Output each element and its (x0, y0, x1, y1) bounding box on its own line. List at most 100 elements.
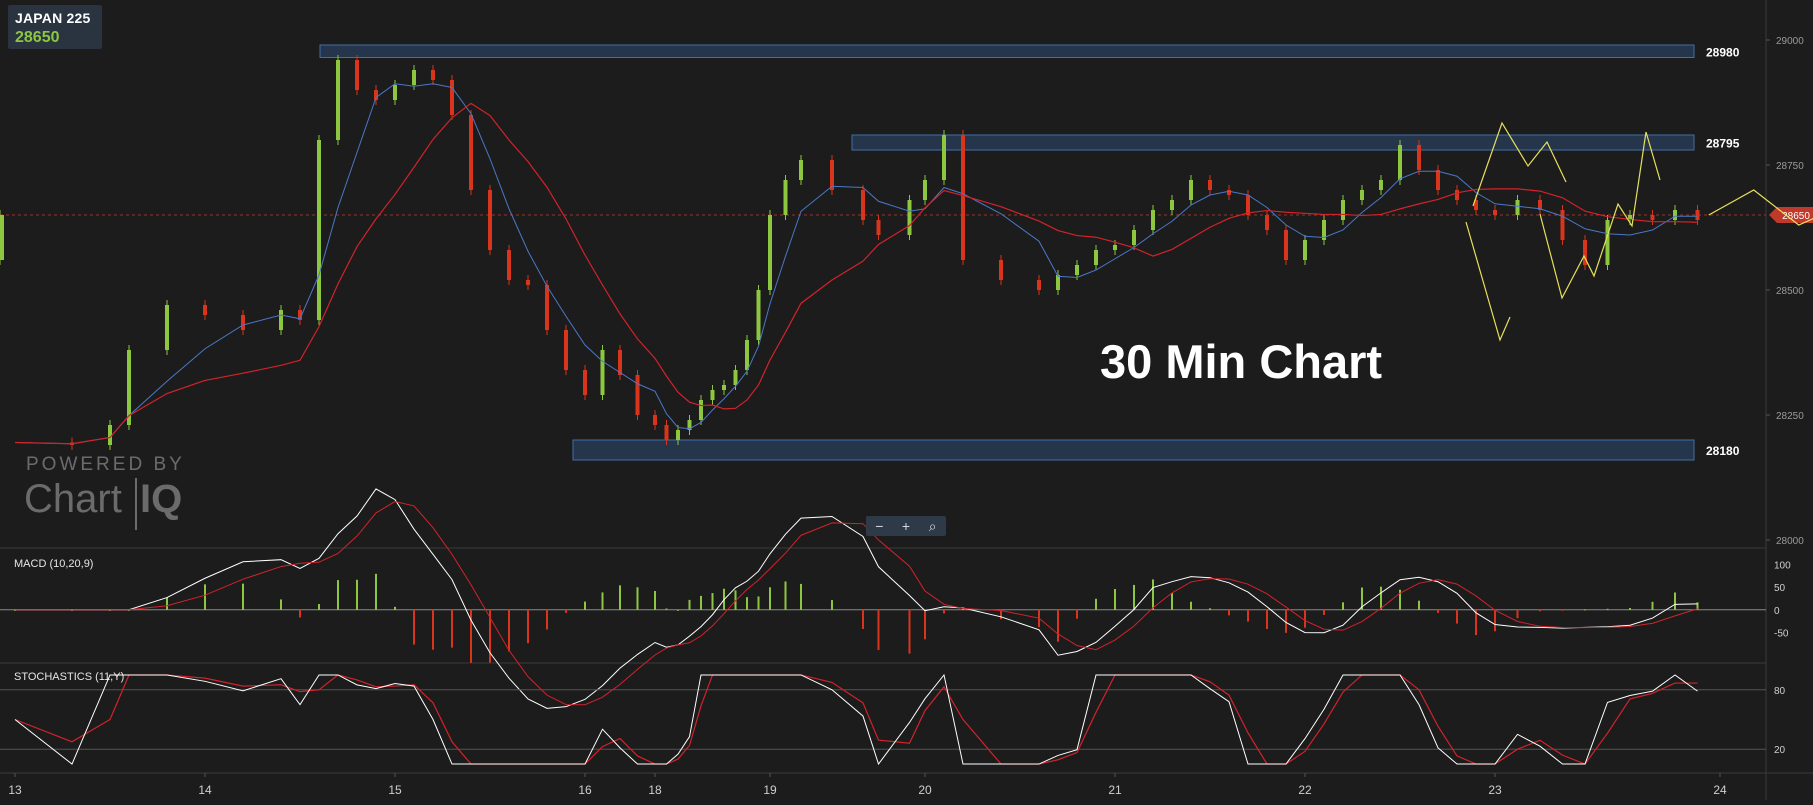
macd-histogram-bar (636, 587, 639, 610)
macd-histogram-bar (700, 595, 702, 610)
candle-body (279, 310, 283, 330)
candle-body (923, 180, 927, 200)
candle-body (1132, 230, 1136, 245)
zoom-reset-icon[interactable]: ⌕ (923, 518, 943, 535)
macd-histogram-bar (1247, 609, 1249, 622)
zone-rect (319, 44, 1695, 58)
macd-histogram-bar (1437, 609, 1439, 613)
candle-body (876, 220, 881, 235)
macd-histogram-bar (1228, 609, 1230, 616)
macd-histogram-bar (1584, 609, 1586, 611)
watermark-text: Chart (24, 477, 122, 521)
candle-body (733, 370, 738, 385)
candle-body (1303, 240, 1307, 260)
macd-histogram-bar (962, 609, 964, 611)
candle-body (768, 215, 772, 290)
macd-histogram-bar (1418, 600, 1420, 610)
stoch-k-line (14, 673, 1698, 766)
zoom-in-button[interactable]: + (896, 518, 916, 534)
candle-body (1208, 180, 1212, 190)
macd-histogram-bar (1114, 589, 1116, 610)
y-tick-label: 28750 (1776, 161, 1804, 172)
macd-histogram-bar (924, 609, 926, 640)
macd-histogram-bar (757, 596, 760, 610)
candle-body (336, 60, 340, 140)
stoch-y-tick-label: 80 (1774, 686, 1786, 697)
macd-title: MACD (10,20,9) (14, 558, 93, 570)
macd-histogram-bar (1095, 598, 1097, 610)
macd-histogram-bar (677, 609, 679, 611)
candle-body (393, 85, 397, 100)
y-tick-label: 28000 (1776, 536, 1804, 547)
macd-histogram-bar (862, 609, 864, 629)
macd-histogram-bar (204, 584, 206, 610)
macd-histogram-bar (784, 581, 787, 610)
candle-body (1417, 145, 1421, 170)
macd-histogram-bar (601, 592, 604, 610)
macd-histogram-bar (1674, 592, 1676, 610)
macd-y-tick-label: 50 (1774, 583, 1786, 594)
zone-rect (572, 439, 1695, 461)
candle-body (830, 160, 834, 190)
candle-body (1037, 280, 1041, 290)
candle-body (600, 350, 605, 395)
chart-canvas[interactable]: 29000 28750 28500 28250 28000 13 14 15 16 18 19 20 2… (0, 0, 1813, 800)
macd-y-tick-label: 0 (1774, 606, 1780, 617)
zoom-controls: − + ⌕ (866, 516, 946, 536)
candle-body (241, 315, 245, 330)
candle-body (203, 305, 207, 315)
candle-body (469, 115, 473, 190)
candle-body (1673, 210, 1677, 220)
candle-body (1151, 210, 1155, 230)
candle-body (165, 305, 169, 350)
x-tick-label: 15 (388, 783, 402, 797)
macd-histogram-bar (688, 599, 691, 610)
candle-body (861, 190, 865, 220)
zoom-out-button[interactable]: − (869, 518, 889, 534)
candle-body (1493, 210, 1497, 215)
macd-histogram-bar (394, 606, 396, 610)
candle-body (799, 160, 803, 180)
x-tick-label: 24 (1713, 783, 1727, 797)
candle-body (1094, 250, 1098, 265)
macd-histogram-bar (1000, 609, 1002, 620)
candle-body (1650, 215, 1655, 220)
candle-body (526, 280, 530, 285)
candle-body (0, 215, 4, 240)
macd-y-tick-label: -50 (1774, 628, 1789, 639)
candle-body (1379, 180, 1383, 190)
candle-body (942, 135, 946, 180)
macd-histogram-bar (546, 609, 548, 630)
candle-body (1341, 200, 1345, 220)
macd-histogram-bar (508, 609, 510, 652)
macd-histogram-bar (166, 597, 168, 610)
macd-histogram-bar (800, 583, 802, 610)
macd-histogram-bar (280, 599, 282, 610)
candle-body (583, 370, 587, 395)
candle-body (676, 430, 680, 440)
macd-histogram-bar (1190, 601, 1192, 610)
macd-histogram-bar (877, 609, 880, 651)
macd-histogram-bar (1171, 592, 1173, 610)
candle-body (783, 180, 788, 215)
macd-histogram-bar (1342, 602, 1344, 610)
zone-rect (851, 134, 1695, 151)
x-tick-label: 19 (763, 783, 777, 797)
y-tick-label: 29000 (1776, 36, 1804, 47)
symbol-name: JAPAN 225 (15, 10, 91, 26)
macd-histogram-bar (1606, 608, 1609, 610)
candle-body (710, 390, 715, 400)
candle-body (488, 190, 492, 250)
macd-histogram-bar (1516, 609, 1519, 619)
candle-body (653, 415, 657, 425)
candle-body (1605, 220, 1610, 265)
macd-histogram-bar (451, 609, 453, 648)
candle-body (1113, 245, 1117, 250)
candle-body (317, 140, 321, 320)
macd-histogram-bar (943, 609, 945, 614)
macd-histogram-bar (619, 585, 621, 610)
watermark-text: POWERED BY (26, 454, 185, 475)
x-tick-label: 22 (1298, 783, 1312, 797)
candle-body (431, 70, 435, 80)
candle-body (745, 340, 749, 370)
